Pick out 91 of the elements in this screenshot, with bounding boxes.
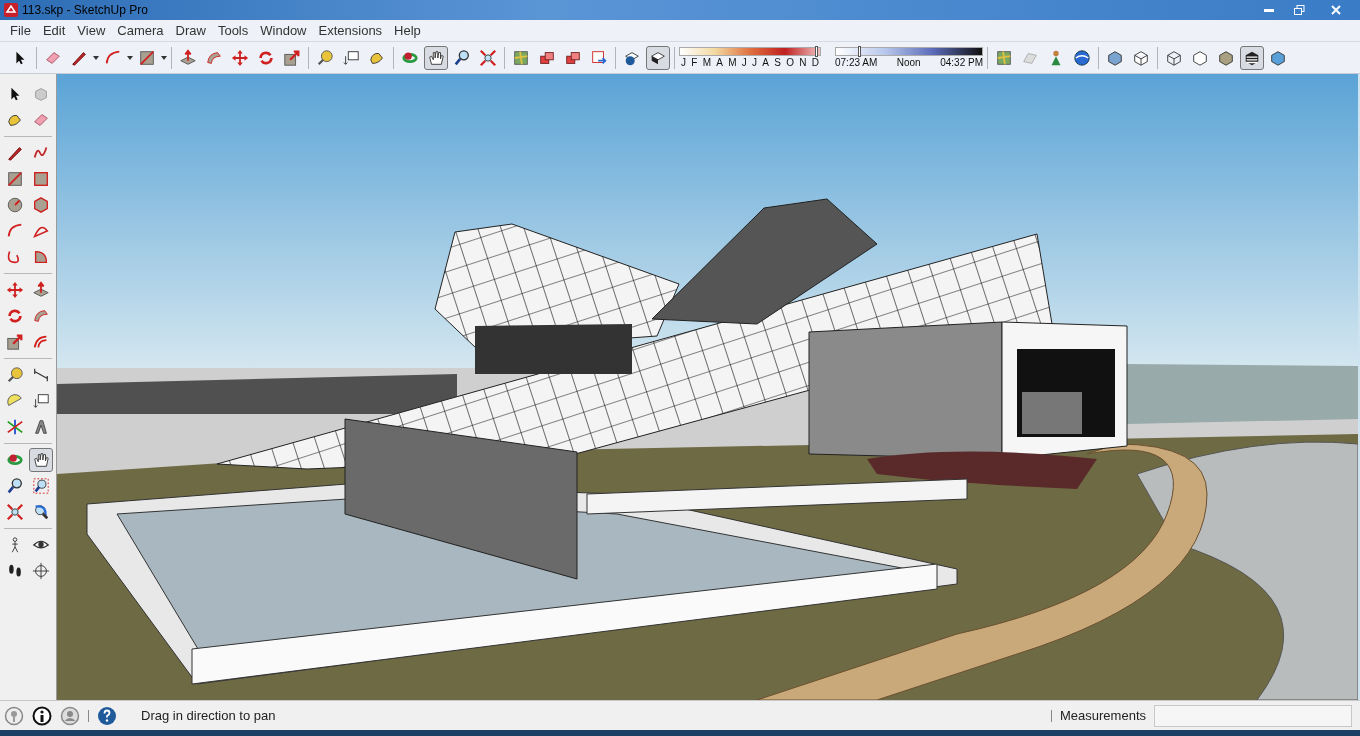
circular-arrows-icon bbox=[6, 307, 24, 325]
tool-button[interactable] bbox=[646, 45, 670, 70]
tool-button[interactable] bbox=[424, 45, 448, 70]
zoom-extents-icon bbox=[479, 48, 497, 67]
zoom-window-icon bbox=[32, 477, 50, 495]
menu-item[interactable]: Draw bbox=[169, 20, 212, 41]
month-letter: A bbox=[762, 57, 769, 68]
month-letter: A bbox=[716, 57, 723, 68]
rectangle-icon bbox=[6, 170, 24, 188]
square-icon bbox=[32, 170, 50, 188]
info-icon[interactable] bbox=[32, 705, 52, 726]
month-letter: J bbox=[741, 57, 747, 68]
window-title: 113.skp - SketchUp Pro bbox=[22, 2, 148, 19]
month-letter: J bbox=[681, 57, 686, 68]
scale-icon bbox=[283, 48, 301, 67]
hexagon-icon bbox=[32, 196, 50, 214]
geo-pin-icon[interactable] bbox=[4, 705, 24, 726]
caret-icon[interactable] bbox=[93, 55, 99, 60]
crosshair-icon bbox=[32, 562, 50, 580]
menu-item[interactable]: File bbox=[4, 20, 37, 41]
hand-icon bbox=[32, 451, 50, 469]
close-icon bbox=[1331, 5, 1341, 15]
circular-arrows-icon bbox=[257, 48, 275, 67]
map-icon bbox=[995, 48, 1013, 67]
solid-cube-icon bbox=[1269, 48, 1287, 67]
magnifier-arrow-icon bbox=[32, 503, 50, 521]
status-message: Drag in direction to pan bbox=[141, 706, 276, 725]
outlined-cube-icon bbox=[1191, 48, 1209, 67]
month-letter: N bbox=[799, 57, 807, 68]
month-letter: S bbox=[774, 57, 781, 68]
rectangle-icon bbox=[138, 48, 156, 67]
menu-item[interactable]: Edit bbox=[36, 20, 72, 41]
translucent-cube-icon bbox=[1106, 48, 1124, 67]
month-letter: D bbox=[811, 57, 819, 68]
cube-icon bbox=[32, 85, 50, 103]
menu-item[interactable]: View bbox=[71, 20, 112, 41]
caret-icon[interactable] bbox=[127, 55, 133, 60]
time-label: 04:32 PM bbox=[940, 57, 983, 68]
pie-slice-icon bbox=[32, 248, 50, 266]
four-arrows-icon bbox=[6, 281, 24, 299]
push-pull-icon bbox=[32, 281, 50, 299]
month-letter: M bbox=[728, 57, 737, 68]
dimension-icon bbox=[32, 366, 50, 384]
app-logo-icon bbox=[4, 3, 18, 17]
pencil-icon bbox=[6, 144, 24, 162]
minimize-icon bbox=[1264, 8, 1274, 12]
letter-shape-icon bbox=[32, 418, 50, 436]
magnifier-icon bbox=[6, 477, 24, 495]
tape-measure-icon bbox=[6, 366, 24, 384]
caret-icon[interactable] bbox=[161, 55, 167, 60]
eraser-icon bbox=[32, 111, 50, 129]
shaded-cube-icon bbox=[1217, 48, 1235, 67]
push-pull-icon bbox=[179, 48, 197, 67]
globe-icon bbox=[1073, 48, 1091, 67]
scale-icon bbox=[6, 333, 24, 351]
tool-button[interactable] bbox=[29, 448, 53, 472]
help-icon[interactable] bbox=[97, 705, 117, 726]
slider-thumb[interactable] bbox=[815, 46, 819, 57]
magnifier-icon bbox=[453, 48, 471, 67]
curved-shape-icon bbox=[32, 307, 50, 325]
cube-edges-icon bbox=[1132, 48, 1150, 67]
measurements-label: Measurements bbox=[1060, 706, 1146, 725]
map-icon bbox=[512, 48, 530, 67]
tool-button[interactable] bbox=[1240, 45, 1264, 70]
time-label: 07:23 AM bbox=[835, 57, 878, 68]
four-arrows-icon bbox=[231, 48, 249, 67]
text-label-icon bbox=[342, 48, 360, 67]
menu-item[interactable]: Tools bbox=[211, 20, 255, 41]
wireframe-cube-icon bbox=[1165, 48, 1183, 67]
axes-icon bbox=[6, 418, 24, 436]
time-label: Noon bbox=[896, 57, 921, 68]
measurements-field[interactable] bbox=[1154, 704, 1352, 727]
tape-measure-icon bbox=[316, 48, 334, 67]
menu-item[interactable]: Camera bbox=[111, 20, 170, 41]
share-icon bbox=[590, 48, 608, 67]
hand-icon bbox=[427, 48, 445, 67]
month-letter: M bbox=[702, 57, 711, 68]
month-letter: F bbox=[691, 57, 698, 68]
zoom-extents-icon bbox=[6, 503, 24, 521]
menu-item[interactable]: Help bbox=[388, 20, 427, 41]
menu-item[interactable]: Extensions bbox=[312, 20, 389, 41]
menu-item[interactable]: Window bbox=[254, 20, 313, 41]
month-slider[interactable] bbox=[679, 47, 821, 56]
circle-icon bbox=[6, 196, 24, 214]
time-slider[interactable] bbox=[835, 47, 983, 56]
user-icon[interactable] bbox=[60, 705, 80, 726]
month-letter: O bbox=[786, 57, 794, 68]
month-letter: J bbox=[752, 57, 758, 68]
text-label-icon bbox=[32, 392, 50, 410]
slider-thumb[interactable] bbox=[857, 46, 861, 57]
restore-icon bbox=[1293, 5, 1305, 15]
